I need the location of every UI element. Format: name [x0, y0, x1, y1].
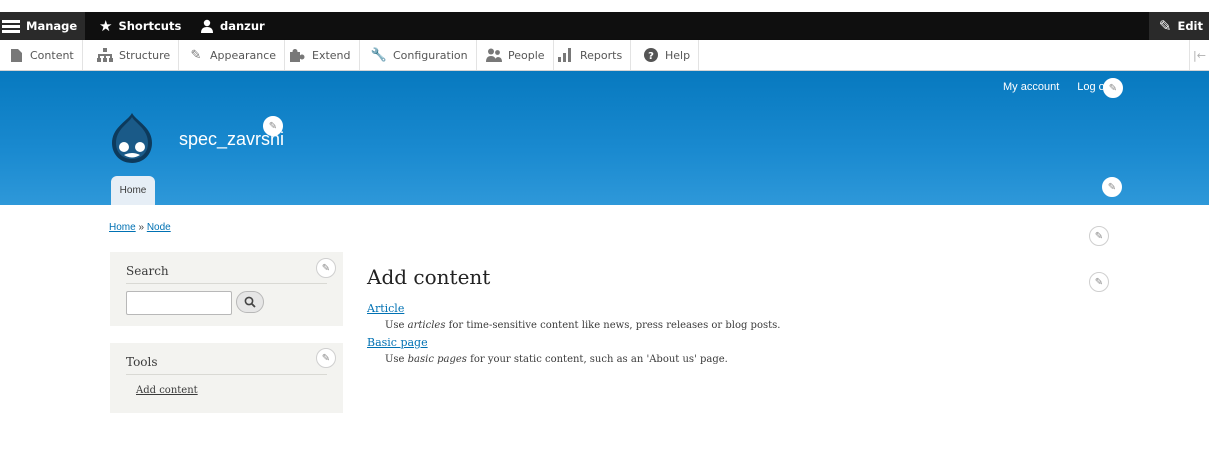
tab-home[interactable]: Home: [111, 176, 155, 205]
tray-item-appearance[interactable]: ✎ Appearance: [180, 40, 286, 70]
contextual-edit-pencil-icon[interactable]: ✎: [316, 258, 336, 278]
wrench-icon: 🔧: [370, 47, 388, 63]
search-button[interactable]: [236, 291, 264, 313]
tray-item-label: Configuration: [393, 48, 468, 62]
user-icon: [201, 19, 213, 33]
tray-item-reports[interactable]: Reports: [550, 40, 632, 70]
contextual-edit-pencil-icon[interactable]: ✎: [1102, 177, 1122, 197]
manage-label: Manage: [26, 19, 78, 33]
site-header: My account Log o ✎ spec_zavrsni ✎ Home ✎: [0, 71, 1209, 205]
basic-page-link[interactable]: Basic page: [367, 336, 428, 349]
tray-item-configuration[interactable]: 🔧 Configuration: [363, 40, 477, 70]
people-icon: [486, 48, 502, 62]
menu-icon: [2, 19, 20, 33]
divider: [126, 374, 327, 375]
tray-item-label: Help: [665, 48, 691, 62]
drupal-logo-icon[interactable]: [110, 113, 154, 163]
contextual-edit-pencil-icon[interactable]: ✎: [316, 348, 336, 368]
bar-chart-icon: [558, 48, 574, 62]
svg-text:?: ?: [648, 51, 654, 62]
user-button[interactable]: danzur: [192, 12, 273, 40]
shortcuts-button[interactable]: ★ Shortcuts: [91, 12, 189, 40]
tray-item-content[interactable]: Content: [0, 40, 83, 70]
tray-item-extend[interactable]: Extend: [282, 40, 360, 70]
puzzle-icon: [290, 48, 306, 62]
search-icon: [244, 296, 256, 308]
user-label: danzur: [220, 19, 265, 33]
tools-block: Tools Add content: [110, 343, 343, 413]
edit-label: Edit: [1177, 19, 1203, 33]
tray-item-label: Appearance: [210, 48, 277, 62]
contextual-edit-pencil-icon[interactable]: ✎: [263, 116, 283, 136]
search-block-title: Search: [126, 264, 169, 278]
breadcrumb: Home » Node: [109, 222, 171, 233]
my-account-link[interactable]: My account: [1003, 81, 1059, 93]
help-icon: ?: [643, 48, 659, 62]
tray-item-label: Content: [30, 48, 74, 62]
shortcuts-label: Shortcuts: [118, 19, 182, 33]
tray-item-help[interactable]: ? Help: [635, 40, 700, 70]
contextual-edit-pencil-icon[interactable]: ✎: [1089, 272, 1109, 292]
article-description: Use articles for time-sensitive content …: [385, 320, 781, 331]
tray-item-structure[interactable]: Structure: [89, 40, 180, 70]
tray-item-label: Extend: [312, 48, 351, 62]
secondary-menu: My account Log o: [1003, 81, 1105, 93]
sitemap-icon: [97, 48, 113, 62]
file-icon: [8, 48, 24, 62]
breadcrumb-separator: »: [138, 222, 145, 233]
breadcrumb-home-link[interactable]: Home: [109, 222, 136, 233]
pencil-icon: ✎: [1158, 16, 1172, 35]
log-out-link[interactable]: Log o: [1077, 81, 1105, 93]
add-content-link[interactable]: Add content: [136, 385, 198, 396]
paintbrush-icon: ✎: [190, 47, 202, 63]
article-link[interactable]: Article: [367, 302, 404, 315]
admin-toolbar: Manage ★ Shortcuts danzur ✎ Edit: [0, 12, 1209, 40]
admin-menu-tray: Content Structure ✎ Appearance Extend 🔧 …: [0, 40, 1209, 71]
edit-button[interactable]: ✎ Edit: [1148, 12, 1209, 40]
tools-block-title: Tools: [126, 355, 158, 369]
search-input[interactable]: [126, 291, 232, 315]
basic-page-description: Use basic pages for your static content,…: [385, 354, 728, 365]
contextual-edit-pencil-icon[interactable]: ✎: [1103, 78, 1123, 98]
orientation-toggle-icon[interactable]: |←: [1189, 40, 1209, 70]
tray-item-label: People: [508, 48, 545, 62]
divider: [126, 283, 327, 284]
manage-button[interactable]: Manage: [0, 12, 86, 40]
tray-item-label: Reports: [580, 48, 623, 62]
breadcrumb-node-link[interactable]: Node: [147, 222, 171, 233]
star-icon: ★: [99, 16, 113, 35]
tray-item-people[interactable]: People: [478, 40, 554, 70]
contextual-edit-pencil-icon[interactable]: ✎: [1089, 226, 1109, 246]
tray-item-label: Structure: [119, 48, 171, 62]
search-block: Search: [110, 252, 343, 326]
page-title: Add content: [367, 265, 491, 289]
